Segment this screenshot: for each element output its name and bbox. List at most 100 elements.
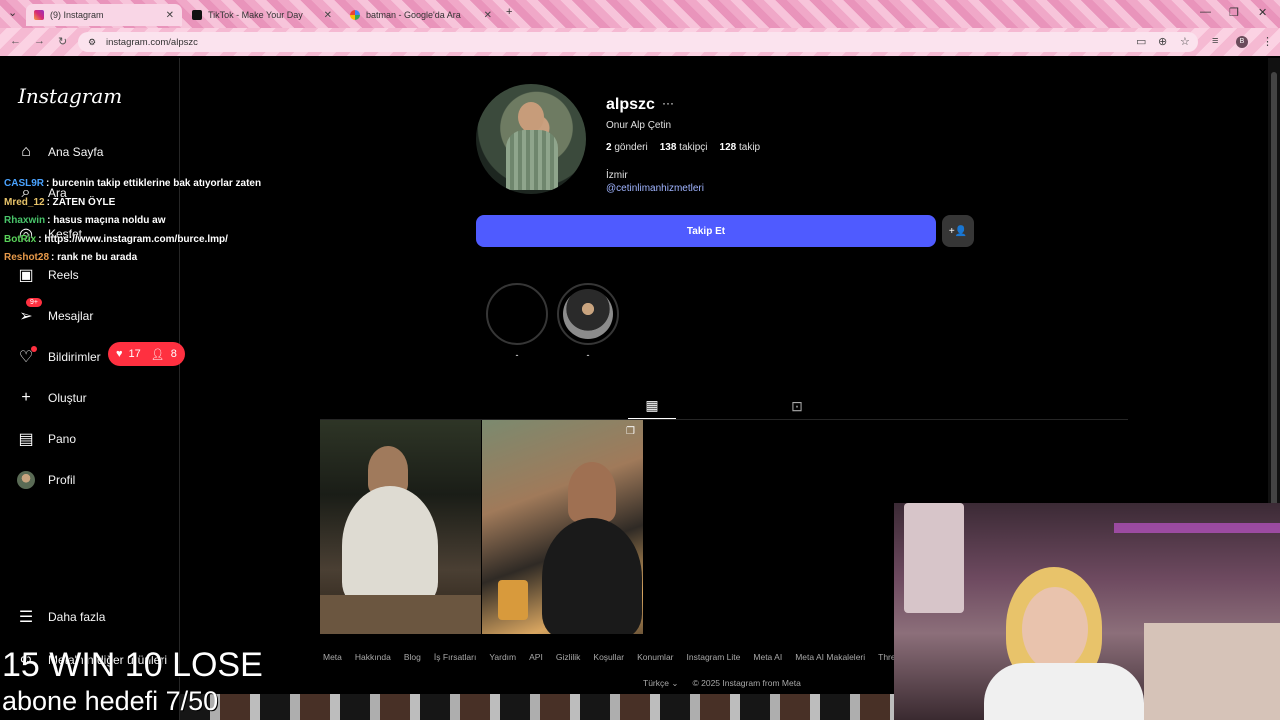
chat-username: CASL9R xyxy=(4,178,45,189)
post-thumbnail[interactable]: ❐ xyxy=(482,420,643,634)
reload-icon[interactable]: ↻ xyxy=(58,35,67,48)
sidebar-item-label: Pano xyxy=(48,432,77,446)
stream-score-overlay: 15 WIN 10 LOSE xyxy=(2,646,263,684)
chat-text: : rank ne bu arada xyxy=(51,252,138,263)
chat-message: Reshot28: rank ne bu arada xyxy=(4,252,294,271)
notification-popup[interactable]: ♥ 17 👤︎ 8 xyxy=(108,342,185,366)
minimize-icon[interactable]: — xyxy=(1200,6,1211,18)
tab-google[interactable]: batman - Google'da Ara ✕ xyxy=(342,4,500,26)
sidebar-item-label: Profil xyxy=(48,473,76,487)
footer-link[interactable]: Konumlar xyxy=(637,652,673,662)
messenger-icon: ➢ 9+ xyxy=(16,298,42,326)
chat-message: Mred_12: ZATEN ÖYLE xyxy=(4,197,294,216)
chat-text: : ZATEN ÖYLE xyxy=(46,196,116,208)
footer-link[interactable]: Gizlilik xyxy=(556,652,581,662)
sidebar-item-label: Bildirimler xyxy=(48,350,101,364)
bookmark-star-icon[interactable]: ☆ xyxy=(1180,35,1190,48)
close-tab-icon[interactable]: ✕ xyxy=(166,10,174,21)
sidebar-item-create[interactable]: + Oluştur xyxy=(16,386,86,410)
tab-title: batman - Google'da Ara xyxy=(366,10,461,20)
browser-toolbar: ← → ↻ ⚙ instagram.com/alpszc ▭ ⊕ ☆ ≡ B ⋮ xyxy=(0,28,1280,56)
footer-link[interactable]: Yardım xyxy=(489,652,516,662)
close-tab-icon[interactable]: ✕ xyxy=(324,10,332,21)
sidebar-item-home[interactable]: ⌂ Ana Sayfa xyxy=(16,140,103,164)
tab-posts[interactable]: ▦ xyxy=(628,393,676,419)
profile-picture[interactable] xyxy=(476,84,586,194)
footer-link[interactable]: API xyxy=(529,652,543,662)
chevron-down-icon: ⌄ xyxy=(671,678,679,688)
sidebar-item-notifications[interactable]: ♡ Bildirimler xyxy=(16,345,101,369)
tab-tiktok[interactable]: TikTok - Make Your Day ✕ xyxy=(184,4,340,26)
tab-title: TikTok - Make Your Day xyxy=(208,10,303,20)
footer-link[interactable]: Meta AI Makaleleri xyxy=(795,652,865,662)
home-icon: ⌂ xyxy=(21,143,31,160)
highlight-1[interactable] xyxy=(486,283,548,345)
sidebar-item-label: Mesajlar xyxy=(48,309,94,323)
sidebar-item-more[interactable]: ☰ Daha fazla xyxy=(16,605,106,629)
site-info-icon[interactable]: ⚙ xyxy=(88,37,96,48)
chat-text: : hasus maçına noldu aw xyxy=(47,215,166,226)
highlight-2[interactable] xyxy=(557,283,619,345)
followers-stat[interactable]: 138 takipçi xyxy=(660,142,708,153)
menu-icon: ☰ xyxy=(18,609,34,626)
stream-chat-overlay: CASL9R: burcenin takip ettiklerine bak a… xyxy=(4,178,294,271)
footer-link[interactable]: Hakkında xyxy=(355,652,391,662)
tab-tagged[interactable]: ⊡ xyxy=(773,393,821,419)
suggested-users-button[interactable]: +👤 xyxy=(942,215,974,247)
likes-count: 17 xyxy=(128,348,141,360)
profile-mention-link[interactable]: @cetinlimanhizmetleri xyxy=(606,183,704,194)
notification-dot xyxy=(31,346,37,352)
language-selector[interactable]: Türkçe ⌄ xyxy=(643,678,678,689)
stream-bottom-strip xyxy=(180,694,894,720)
footer-link[interactable]: Koşullar xyxy=(593,652,624,662)
chat-message: Rhaxwin: hasus maçına noldu aw xyxy=(4,215,294,234)
following-stat[interactable]: 128 takip xyxy=(720,142,761,153)
chat-username: Rhaxwin xyxy=(4,215,46,226)
chat-text: : burcenin takip ettiklerine bak atıyorl… xyxy=(46,178,262,189)
tab-search-icon[interactable]: ⌄ xyxy=(8,6,17,19)
browser-menu-icon[interactable]: ⋮ xyxy=(1262,35,1273,48)
instagram-logo[interactable]: Instagram xyxy=(18,84,122,108)
footer-link[interactable]: Meta xyxy=(323,652,342,662)
grid-icon: ▦ xyxy=(645,397,659,413)
sidebar-item-profile[interactable]: Profil xyxy=(16,468,75,492)
chat-username: BotRix xyxy=(4,233,37,245)
sidebar-item-messages[interactable]: ➢ 9+ Mesajlar xyxy=(16,298,94,328)
close-tab-icon[interactable]: ✕ xyxy=(484,10,492,21)
chat-username: Mred_12 xyxy=(4,196,45,208)
google-favicon-icon xyxy=(350,10,360,20)
tab-instagram[interactable]: (9) Instagram ✕ xyxy=(26,4,182,26)
posts-stat: 2 gönderi xyxy=(606,142,648,153)
follow-button[interactable]: Takip Et xyxy=(476,215,936,247)
sidebar-item-dashboard[interactable]: ▤ Pano xyxy=(16,427,76,451)
profile-avatar[interactable]: B xyxy=(1236,36,1248,48)
back-icon[interactable]: ← xyxy=(10,35,21,47)
close-window-icon[interactable]: ✕ xyxy=(1258,6,1267,19)
heart-icon: ♥ xyxy=(116,348,123,360)
address-bar[interactable]: ⚙ instagram.com/alpszc xyxy=(78,32,1198,52)
screen: ⌄ (9) Instagram ✕ TikTok - Make Your Day… xyxy=(0,0,1280,720)
footer-links: Meta Hakkında Blog İş Fırsatları Yardım … xyxy=(323,652,909,662)
multi-photo-icon: ❐ xyxy=(626,426,635,437)
footer-link[interactable]: Instagram Lite xyxy=(687,652,741,662)
footer-link[interactable]: Blog xyxy=(404,652,421,662)
post-thumbnail[interactable] xyxy=(320,420,481,634)
new-tab-icon[interactable]: + xyxy=(506,6,512,18)
profile-city: İzmir xyxy=(606,170,628,181)
footer-link[interactable]: İş Fırsatları xyxy=(434,652,477,662)
avatar-icon xyxy=(16,470,36,490)
options-icon[interactable]: ··· xyxy=(662,96,674,110)
highlight-label: - xyxy=(586,350,590,360)
copyright: © 2025 Instagram from Meta xyxy=(692,678,801,688)
stream-goal-overlay: abone hedefi 7/50 xyxy=(2,686,219,716)
person-icon: 👤︎ xyxy=(150,348,165,361)
restore-icon[interactable]: ❐ xyxy=(1229,6,1239,19)
reading-list-icon[interactable]: ≡ xyxy=(1212,35,1218,47)
messages-badge: 9+ xyxy=(26,298,42,307)
cast-icon[interactable]: ▭ xyxy=(1136,35,1146,48)
forward-icon[interactable]: → xyxy=(34,35,45,47)
streamer-webcam xyxy=(894,503,1280,720)
footer-link[interactable]: Meta AI xyxy=(753,652,782,662)
zoom-icon[interactable]: ⊕ xyxy=(1158,35,1167,48)
chat-username: Reshot28 xyxy=(4,252,50,263)
